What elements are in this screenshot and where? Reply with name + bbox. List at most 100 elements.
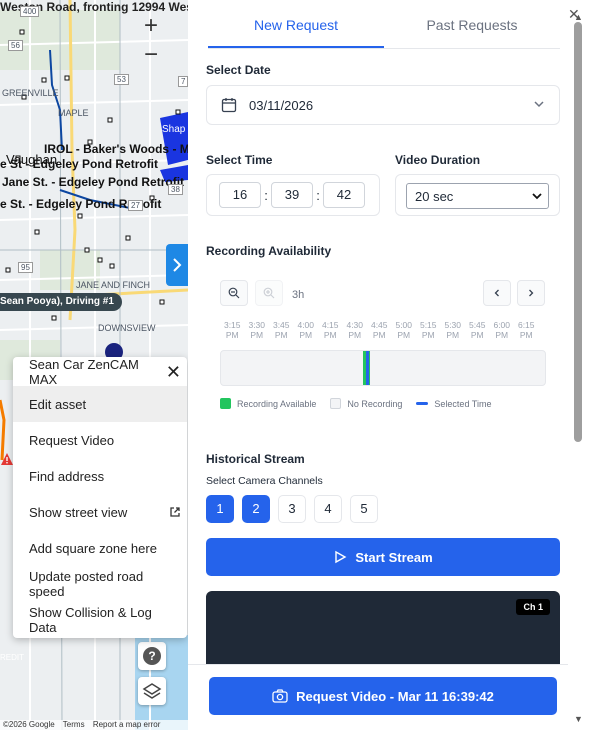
request-tabs: New Request Past Requests <box>208 0 560 49</box>
channel-button-1[interactable]: 1 <box>206 495 234 523</box>
request-video-label: Request Video - Mar 11 16:39:42 <box>296 688 494 704</box>
zoom-in-icon <box>263 287 275 299</box>
request-video-button[interactable]: Request Video - Mar 11 16:39:42 <box>209 677 557 715</box>
layers-button[interactable] <box>138 677 166 705</box>
menu-item-label: Show Collision & Log Data <box>29 605 152 635</box>
timeline-tick-label: 4:30 PM <box>346 320 364 340</box>
map-label-maple: MAPLE <box>58 108 89 118</box>
asset-context-menu: Sean Car ZenCAM MAX ✕ Edit asset Request… <box>13 357 187 638</box>
menu-item-label: Update posted road speed <box>29 569 144 599</box>
external-link-icon <box>170 507 180 517</box>
context-menu-header: Sean Car ZenCAM MAX ✕ <box>13 356 187 387</box>
timeline-tick-label: 3:45 PM <box>272 320 290 340</box>
google-copyright: ©2026 Google <box>3 720 55 729</box>
legend-no-recording: No Recording <box>330 398 402 409</box>
channel-button-5[interactable]: 5 <box>350 495 378 523</box>
timeline-tick-label: 5:00 PM <box>395 320 413 340</box>
date-value: 03/11/2026 <box>249 97 314 113</box>
timeline-next-button[interactable] <box>517 280 545 306</box>
timeline-tick-label: 5:30 PM <box>444 320 462 340</box>
date-picker[interactable]: 03/11/2026 <box>206 85 560 125</box>
camera-icon <box>272 689 288 703</box>
channel-button-3[interactable]: 3 <box>278 495 306 523</box>
menu-item-show-street-view[interactable]: Show street view <box>13 494 187 530</box>
menu-item-label: Find address <box>29 468 105 484</box>
chevron-right-icon <box>529 289 534 297</box>
route-badge: 95 <box>18 262 33 273</box>
map-label-downsview: DOWNSVIEW <box>98 323 156 333</box>
geofence-label-3[interactable]: Jane St. - Edgeley Pond Retrofit <box>2 175 184 189</box>
zoom-in-button[interactable]: + <box>136 12 166 40</box>
expand-panel-button[interactable] <box>166 244 188 286</box>
second-input[interactable]: 42 <box>323 182 365 208</box>
route-badge: 7 <box>178 76 188 87</box>
channel-button-4[interactable]: 4 <box>314 495 342 523</box>
video-request-panel: New Request Past Requests ✕ ▲ ▼ Select D… <box>188 0 589 730</box>
minute-input[interactable]: 39 <box>271 182 313 208</box>
route-badge: 53 <box>114 74 129 85</box>
video-preview: Ch 1 <box>206 591 560 671</box>
timeline-tick-label: 6:15 PM <box>517 320 535 340</box>
hour-input[interactable]: 16 <box>219 182 261 208</box>
panel-scrollbar[interactable] <box>574 22 582 442</box>
scroll-up-icon[interactable]: ▲ <box>574 12 583 22</box>
tab-new-request[interactable]: New Request <box>208 0 384 48</box>
menu-item-label: Add square zone here <box>29 540 157 556</box>
duration-field: 20 sec <box>395 174 560 216</box>
timeline-tick-label: 5:15 PM <box>419 320 437 340</box>
context-menu-title: Sean Car ZenCAM MAX <box>29 356 139 387</box>
recording-timeline[interactable] <box>220 350 546 386</box>
close-icon[interactable]: ✕ <box>166 363 181 381</box>
scroll-down-icon[interactable]: ▼ <box>574 714 583 724</box>
channel-button-2[interactable]: 2 <box>242 495 270 523</box>
time-picker: 16 : 39 : 42 <box>206 174 380 216</box>
menu-item-find-address[interactable]: Find address <box>13 458 187 494</box>
timeline-ticks: 3:15 PM 3:30 PM 3:45 PM 4:00 PM 4:15 PM 4:30 PM 4:45… <box>220 320 550 346</box>
duration-value: 20 sec <box>415 188 454 204</box>
report-map-error-link[interactable]: Report a map error <box>93 720 161 729</box>
chevron-down-icon <box>534 101 544 108</box>
duration-select[interactable]: 20 sec <box>406 183 549 209</box>
video-duration-label: Video Duration <box>395 153 481 167</box>
recording-availability-box: 3h 3:15 PM 3:30 PM 3:45 PM 4:00 PM 4:15 PM 4:30 PM 4… <box>206 268 560 420</box>
chevron-right-icon <box>173 258 182 272</box>
timeline-tick-label: 3:15 PM <box>223 320 241 340</box>
zoom-out-button[interactable]: − <box>136 41 166 69</box>
question-icon: ? <box>143 647 161 665</box>
menu-item-label: Edit asset <box>29 396 87 412</box>
selected-time-marker[interactable] <box>366 351 370 385</box>
layers-icon <box>142 683 162 699</box>
tab-past-requests[interactable]: Past Requests <box>384 0 560 48</box>
svg-text:?: ? <box>148 649 155 663</box>
timeline-zoom-out-button[interactable] <box>220 280 248 306</box>
geofence-label-2[interactable]: e St - Edgeley Pond Retrofit <box>0 157 158 171</box>
timeline-zoom-in-button[interactable] <box>255 280 283 306</box>
timeline-tick-label: 5:45 PM <box>468 320 486 340</box>
help-button[interactable]: ? <box>138 642 166 670</box>
historical-stream-label: Historical Stream <box>206 452 305 466</box>
start-stream-button[interactable]: Start Stream <box>206 538 560 576</box>
calendar-icon <box>221 98 237 113</box>
chevron-down-icon <box>532 193 542 200</box>
start-stream-label: Start Stream <box>355 549 433 565</box>
route-badge: 27 <box>128 200 143 211</box>
geofence-label-1[interactable]: IROL - Baker's Woods - Ma <box>44 142 188 156</box>
time-separator: : <box>316 187 320 203</box>
menu-item-request-video[interactable]: Request Video <box>13 422 187 458</box>
time-separator: : <box>264 187 268 203</box>
timeline-prev-button[interactable] <box>483 280 511 306</box>
driver-label[interactable]: Sean Pooya), Driving #1 <box>0 293 122 311</box>
play-icon <box>335 550 347 564</box>
menu-item-label: Request Video <box>29 432 115 448</box>
menu-item-add-square-zone[interactable]: Add square zone here <box>13 530 187 566</box>
timeline-tick-label: 4:45 PM <box>370 320 388 340</box>
terms-link[interactable]: Terms <box>63 720 85 729</box>
menu-item-update-road-speed[interactable]: Update posted road speed <box>13 566 187 602</box>
recording-availability-label: Recording Availability <box>206 244 332 258</box>
menu-item-edit-asset[interactable]: Edit asset <box>13 386 187 422</box>
channel-badge: Ch 1 <box>516 599 550 615</box>
map-label-shap: Shap <box>162 124 186 135</box>
legend-recording-available: Recording Available <box>220 398 316 409</box>
menu-item-show-collision-log[interactable]: Show Collision & Log Data <box>13 602 187 638</box>
timeline-tick-label: 4:00 PM <box>297 320 315 340</box>
